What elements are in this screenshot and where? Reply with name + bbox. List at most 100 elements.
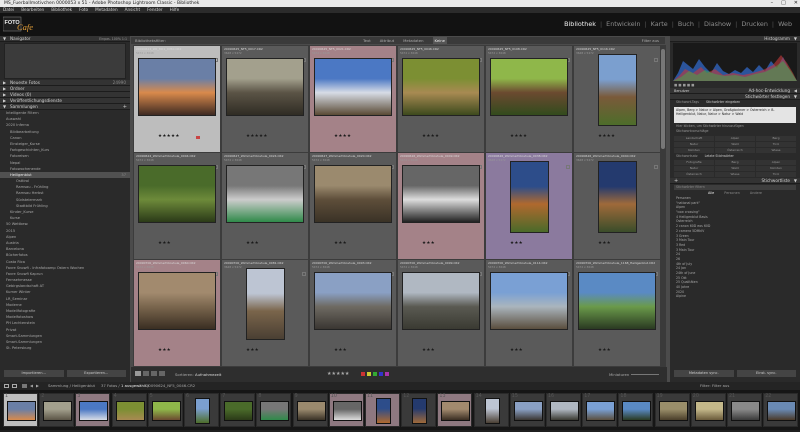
grid-cell[interactable]: 20090700_Wimmerfotoshule_0093.CR2 5472 x … (309, 259, 397, 367)
cell-rating[interactable]: ★★★ (334, 241, 347, 246)
filter-option-keine[interactable]: Keine (432, 37, 447, 44)
maximize-button[interactable]: □ (781, 0, 786, 7)
flag-icon[interactable] (654, 165, 658, 169)
grid-cell[interactable]: 20090700_Wimmerfotoshule_0060.CR2 5472 x … (133, 259, 221, 367)
photo-thumbnail[interactable] (402, 165, 480, 223)
photo-thumbnail[interactable] (138, 165, 216, 223)
grid-cell[interactable]: 20090625_NF5_0108.CR2 5472 x 3648 ★★★★ (485, 45, 573, 156)
grid-cell[interactable]: 20090700_Wimmerfotoshule_0114.CR2 5472 x … (485, 259, 573, 367)
grid-cell[interactable]: 20090627_Wimmerfotoshule_0020.CR2 5472 x … (309, 152, 397, 263)
flag-icon[interactable] (566, 165, 570, 169)
filmstrip-cell[interactable]: 7 (220, 393, 256, 427)
filmstrip-thumbnail[interactable] (658, 401, 688, 421)
cell-rating[interactable]: ★★★ (246, 348, 259, 353)
cell-rating[interactable]: ★★★★★ (158, 134, 180, 139)
keyword-text-area[interactable]: Alpen, Berg > Natur > Alpen, Großglockne… (674, 106, 796, 123)
photo-thumbnail[interactable] (138, 272, 216, 330)
keyword-list-header[interactable]: + Stichwortliste ▼ (670, 178, 800, 184)
filter-option-metadaten[interactable]: Metadaten (403, 37, 423, 44)
filmstrip-thumbnail[interactable] (441, 401, 471, 421)
filter-option-text[interactable]: Text (363, 37, 371, 44)
photo-thumbnail[interactable] (226, 165, 304, 223)
cell-rating[interactable]: ★★★★ (422, 134, 439, 139)
cell-rating[interactable]: ★★★ (422, 348, 435, 353)
filmstrip-thumbnail[interactable] (43, 401, 73, 421)
color-label-yellow[interactable] (367, 372, 371, 376)
back-arrow-icon[interactable]: ◀ (30, 382, 33, 390)
photo-thumbnail[interactable] (490, 272, 568, 330)
keyword-set-item[interactable]: Kärnten (756, 166, 796, 171)
filmstrip-cell[interactable]: 8 (256, 393, 292, 427)
grid-view-icon[interactable] (135, 371, 141, 376)
photo-thumbnail[interactable] (598, 54, 637, 126)
photo-thumbnail[interactable] (314, 58, 392, 116)
keyword-list-item[interactable]: Alpine (670, 294, 800, 299)
keyword-set-item[interactable]: Tirol (756, 172, 796, 177)
rating-stars[interactable]: ★★★★★ (327, 367, 349, 382)
filmstrip-thumbnail[interactable] (260, 401, 290, 421)
keyword-tags-dropdown[interactable]: Stichwörter eingeben (706, 100, 740, 104)
color-label-purple[interactable] (385, 372, 389, 376)
photo-thumbnail[interactable] (138, 58, 216, 116)
grid-scrollbar[interactable] (660, 45, 666, 367)
keyword-set-item[interactable]: Österreich (674, 172, 714, 177)
cell-rating[interactable]: ★★★ (158, 241, 171, 246)
cell-rating[interactable]: ★★★ (334, 348, 347, 353)
keyword-set-dropdown[interactable]: Letzte Stichwörter (705, 154, 734, 158)
cell-rating[interactable]: ★★★ (158, 348, 171, 353)
filmstrip-thumbnail[interactable] (296, 401, 326, 421)
filmstrip-cell[interactable]: 16 (546, 393, 581, 427)
filmstrip-thumbnail[interactable] (79, 401, 109, 421)
keyword-set-item[interactable]: Wald (715, 166, 755, 171)
grid-cell[interactable]: 20090626_Wimmerfotoshule_0040.CR2 3648 x … (573, 152, 661, 263)
keyword-filter-input[interactable]: Stichwörter filtern (674, 185, 796, 190)
filmstrip-cell[interactable]: 21 (727, 393, 762, 427)
filmstrip-thumbnail[interactable] (731, 401, 760, 421)
filmstrip-cell[interactable]: 20 (690, 393, 726, 427)
screen-2-icon[interactable] (12, 384, 17, 388)
minimize-button[interactable]: – (771, 0, 774, 7)
grid-cell[interactable]: 20090625_NF5_0017.CR2 3648 x 5472 ★★★★★ (221, 45, 309, 156)
filmstrip-cell[interactable]: 3 (75, 393, 111, 427)
filmstrip-thumbnail[interactable] (767, 401, 797, 421)
photo-thumbnail[interactable] (510, 161, 549, 233)
filmstrip-thumbnail[interactable] (7, 401, 36, 421)
cell-rating[interactable]: ★★★ (598, 241, 611, 246)
filmstrip-cell[interactable]: 18 (618, 393, 654, 427)
keyword-suggestion[interactable]: Landschaft (674, 135, 714, 141)
photo-thumbnail[interactable] (226, 58, 304, 116)
sort-dropdown[interactable]: Aufnahmezeit (195, 367, 221, 382)
grid-icon[interactable] (22, 384, 27, 388)
photo-thumbnail[interactable] (598, 161, 637, 233)
flag-icon[interactable] (654, 58, 658, 62)
keyword-suggestion[interactable]: Wald (715, 141, 755, 147)
cell-rating[interactable]: ★★★★ (510, 134, 527, 139)
add-keyword-icon[interactable]: + (674, 178, 678, 184)
close-button[interactable]: ✕ (794, 0, 798, 7)
filmstrip-cell[interactable]: 15 (509, 393, 545, 427)
flag-icon[interactable] (302, 272, 306, 276)
keyword-set-item[interactable]: Natur (674, 166, 714, 171)
photo-thumbnail[interactable] (402, 58, 480, 116)
grid-cell[interactable]: 20090625_NF5_0021.CR2 5472 x 3648 ★★★★ (309, 45, 397, 156)
filmstrip-cell[interactable]: 11 (365, 393, 400, 427)
photo-thumbnail[interactable] (490, 58, 568, 116)
navigator-zoom[interactable]: Einpas. 100% 1:1 (99, 36, 127, 42)
export-button[interactable]: Exportieren... (66, 370, 126, 377)
grid-cell[interactable]: 20090625_NF5_0116.CR2 3648 x 5472 ★★★★ (573, 45, 661, 156)
filmstrip-thumbnail[interactable] (550, 401, 579, 421)
keywording-header[interactable]: Stichwörter festlegen ▼ (670, 94, 800, 100)
cell-rating[interactable]: ★★★ (598, 348, 611, 353)
filmstrip-thumbnail[interactable] (115, 401, 145, 421)
keyword-set-item[interactable]: Alpen (756, 160, 796, 165)
photo-thumbnail[interactable] (246, 268, 285, 340)
photo-thumbnail[interactable] (402, 272, 480, 330)
filmstrip-cell[interactable]: 2 (39, 393, 75, 427)
filmstrip-thumbnail[interactable] (332, 401, 362, 421)
navigator-preview[interactable] (4, 43, 126, 79)
filmstrip-thumbnail[interactable] (586, 401, 616, 421)
filmstrip-cell[interactable]: 6 (184, 393, 219, 427)
import-button[interactable]: Importieren... (4, 370, 64, 377)
filmstrip-filter-dropdown[interactable]: Filter aus (712, 382, 729, 390)
scrollbar-thumb[interactable] (661, 49, 665, 149)
